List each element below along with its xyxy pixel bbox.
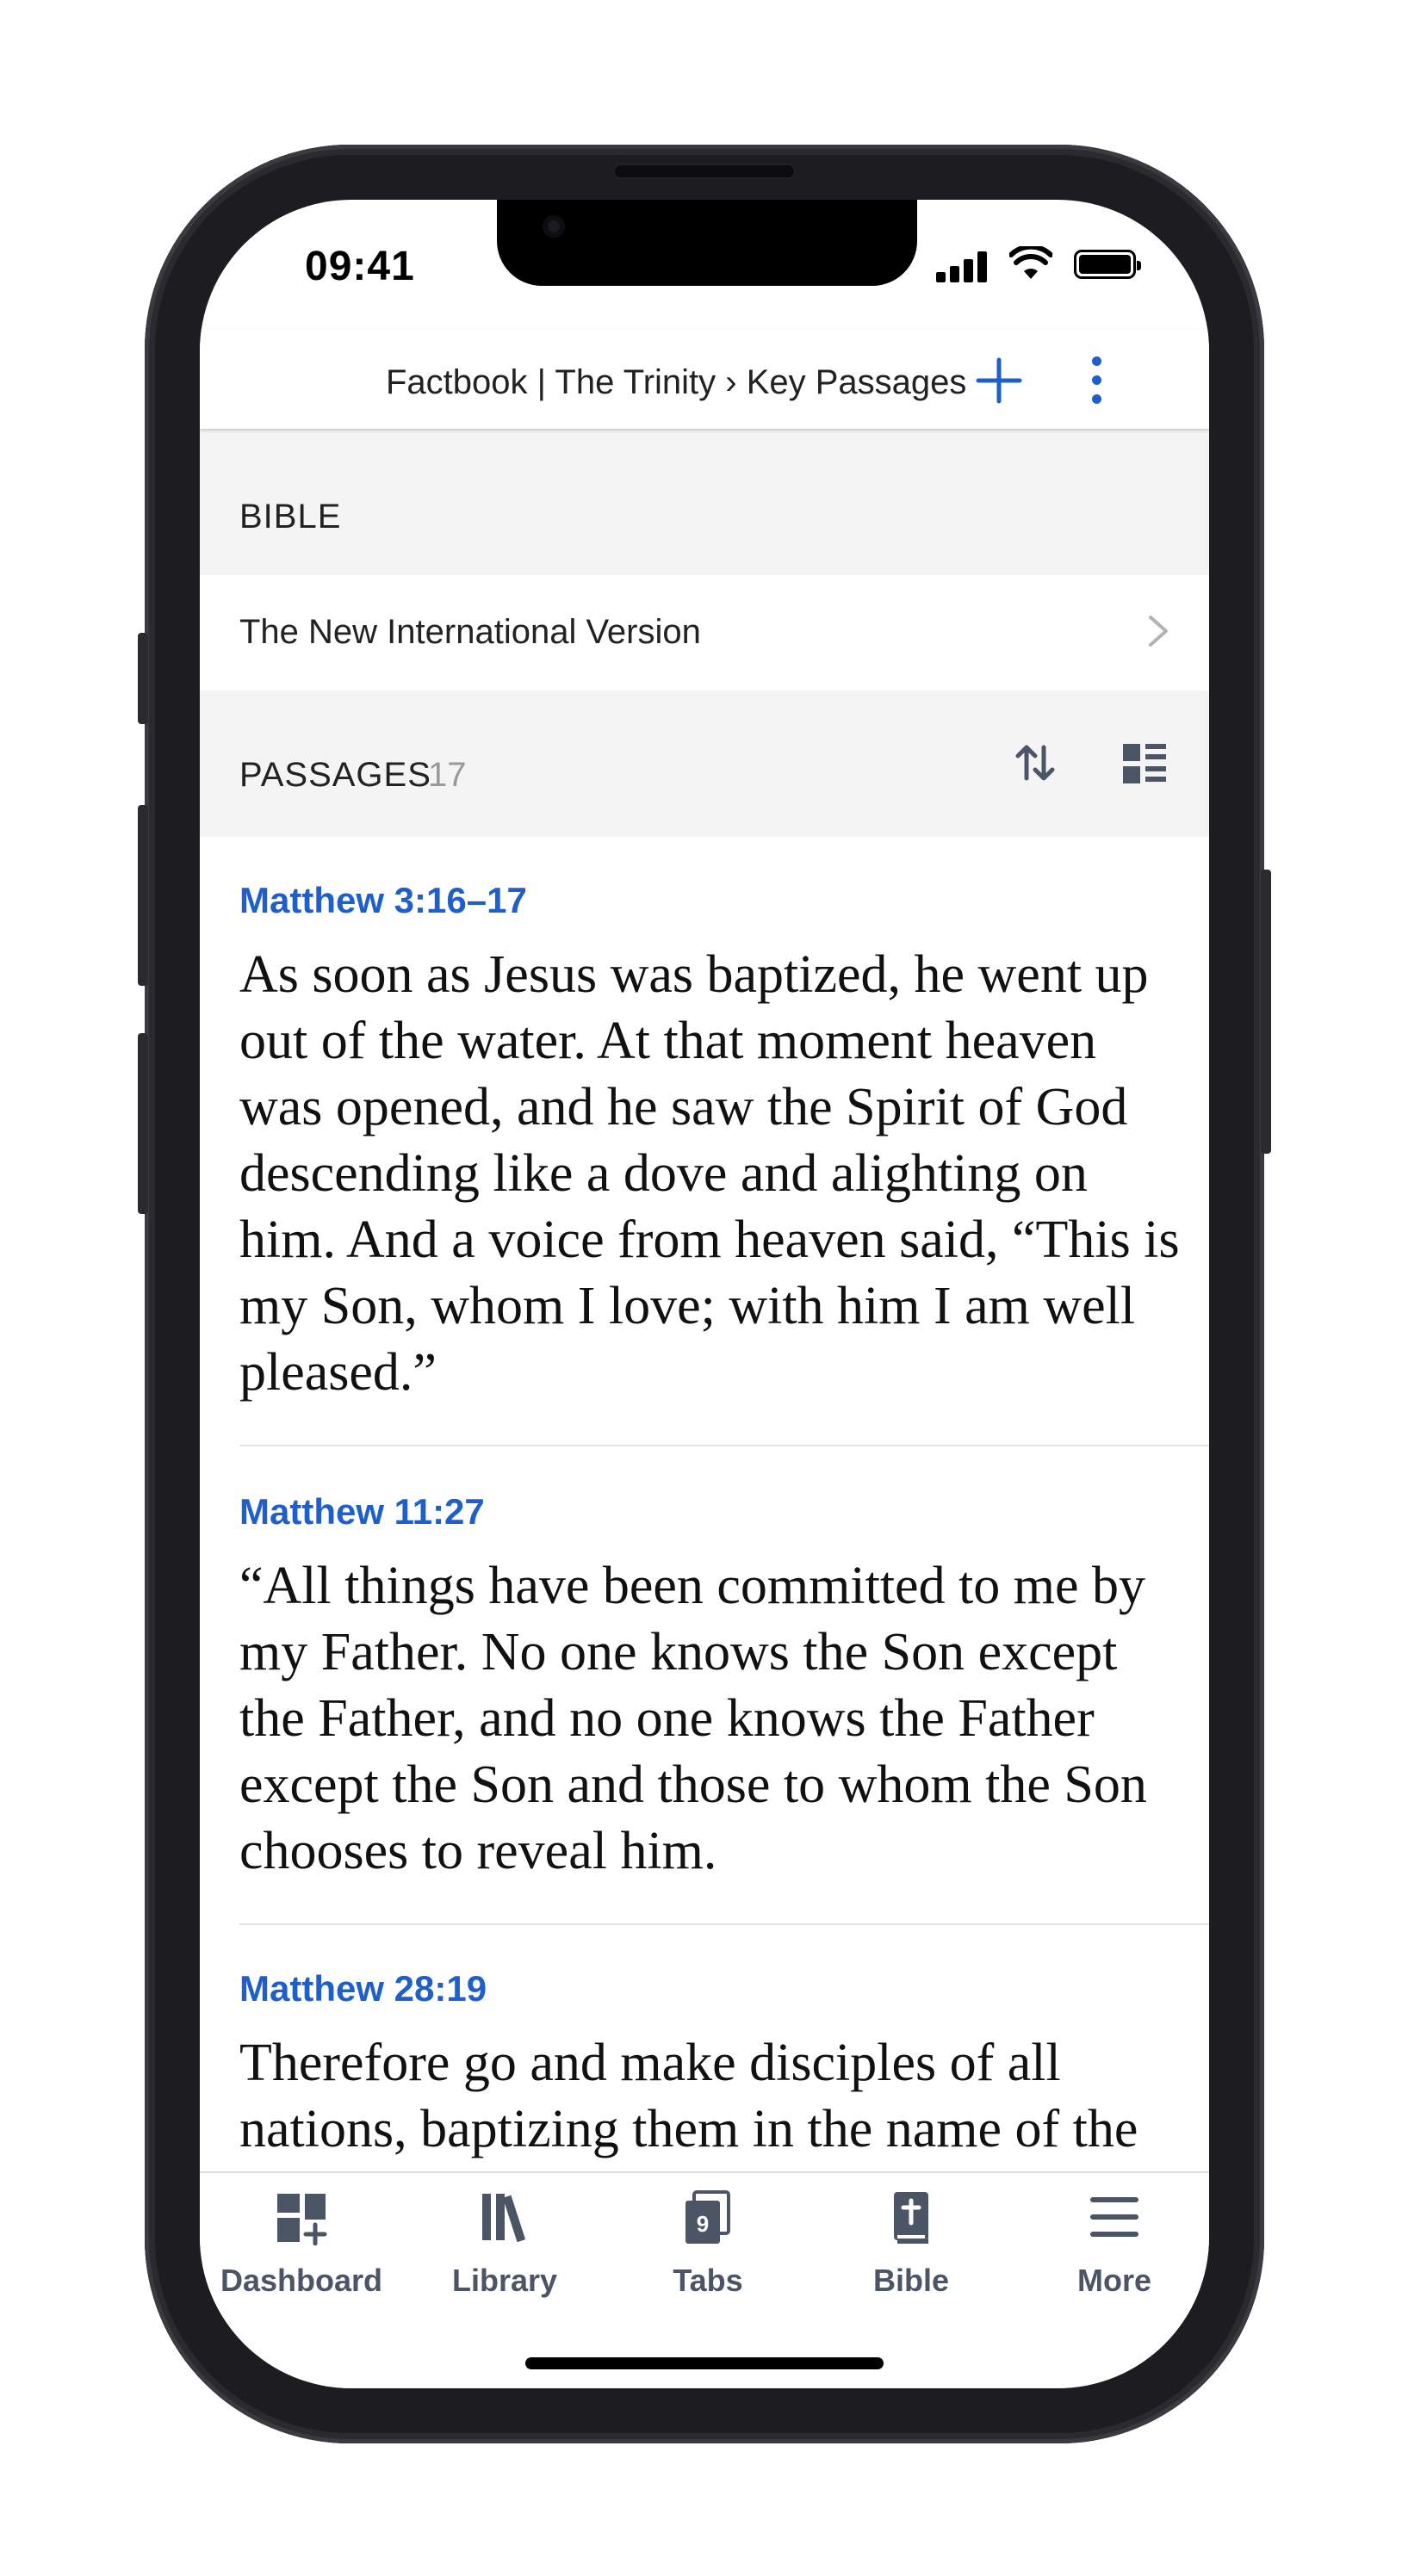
passage-divider	[239, 1445, 1209, 1446]
passage-reference-link[interactable]: Matthew 11:27	[239, 1491, 485, 1533]
tab-label: Bible	[872, 2263, 949, 2298]
tabs-count-badge: 9	[697, 2211, 709, 2237]
side-button-power	[1261, 870, 1271, 1154]
earpiece-speaker	[613, 164, 796, 179]
tab-label: Library	[451, 2263, 558, 2298]
tabs-icon: 9	[685, 2190, 730, 2244]
sort-icon[interactable]	[1009, 737, 1061, 789]
list-view-icon[interactable]	[1121, 742, 1168, 785]
cellular-signal-icon	[936, 251, 988, 282]
front-camera	[543, 215, 565, 238]
passage-reference-link[interactable]: Matthew 28:19	[239, 1968, 487, 2009]
side-button-action	[138, 633, 148, 724]
passage-divider	[239, 1923, 1209, 1925]
passages-section-header: PASSAGES 17	[200, 690, 1209, 837]
passage-text: “All things have been committed to me by…	[239, 1557, 1147, 1880]
chevron-right-icon	[1149, 616, 1168, 647]
bottom-tab-bar: Dashboard Library 9 Tabs Bible More	[200, 2171, 1209, 2388]
page-title: Factbook | The Trinity › Key Passages	[386, 363, 967, 401]
side-button-volume-up	[138, 805, 148, 986]
nav-header: Factbook | The Trinity › Key Passages	[200, 329, 1209, 429]
side-button-volume-down	[138, 1033, 148, 1214]
bible-section-label: BIBLE	[239, 498, 342, 536]
tab-label: More	[1076, 2263, 1151, 2298]
passage-text: As soon as Jesus was baptized, he went u…	[239, 945, 1180, 1402]
status-time: 09:41	[305, 244, 415, 289]
home-indicator[interactable]	[525, 2357, 884, 2369]
bible-version-label: The New International Version	[239, 613, 701, 651]
tab-label: Dashboard	[220, 2263, 383, 2298]
passages-section-label: PASSAGES	[239, 756, 431, 794]
tab-dashboard[interactable]: Dashboard	[215, 2190, 388, 2311]
battery-icon	[1074, 250, 1141, 279]
bible-section-header: BIBLE	[200, 429, 1209, 575]
passages-count: 17	[428, 756, 467, 794]
tab-bible[interactable]: Bible	[825, 2190, 997, 2311]
tab-tabs[interactable]: 9 Tabs	[622, 2190, 794, 2311]
library-icon	[482, 2194, 526, 2243]
plus-icon[interactable]	[973, 355, 1025, 406]
menu-icon	[1090, 2197, 1138, 2237]
screen: 09:41 Factbook | The Trinity › Key Passa…	[200, 200, 1209, 2388]
bible-version-row[interactable]: The New International Version	[200, 575, 1209, 690]
notch	[497, 200, 917, 286]
tab-label: Tabs	[673, 2263, 743, 2298]
wifi-icon	[1009, 246, 1052, 279]
dashboard-icon	[277, 2194, 327, 2245]
passage-text: Therefore go and make disciples of all n…	[239, 2034, 1138, 2158]
tab-library[interactable]: Library	[419, 2190, 591, 2311]
passage-reference-link[interactable]: Matthew 3:16–17	[239, 880, 527, 921]
tab-more[interactable]: More	[1028, 2190, 1200, 2311]
more-vertical-icon[interactable]	[1080, 353, 1114, 408]
bible-icon	[894, 2192, 928, 2244]
